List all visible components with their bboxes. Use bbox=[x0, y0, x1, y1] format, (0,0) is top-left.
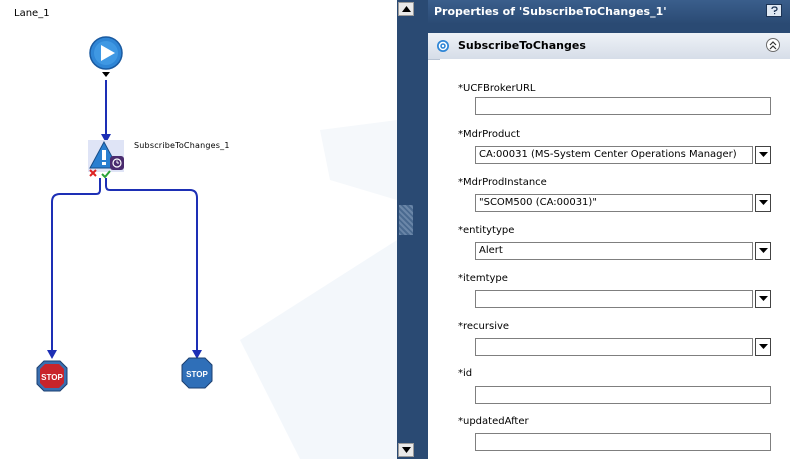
recursive-value[interactable] bbox=[475, 338, 753, 356]
mdr-product-value[interactable]: CA:00031 (MS-System Center Operations Ma… bbox=[475, 146, 753, 164]
updated-after-label: *updatedAfter bbox=[458, 416, 529, 427]
scroll-up-button[interactable] bbox=[398, 2, 414, 16]
scroll-down-button[interactable] bbox=[398, 443, 414, 457]
form-body: *UCFBrokerURL *MdrProduct CA:00031 (MS-S… bbox=[440, 59, 790, 459]
entitytype-value[interactable]: Alert bbox=[475, 242, 753, 260]
dropdown-arrow-icon bbox=[759, 152, 768, 157]
connector-fail-arrowhead bbox=[47, 350, 57, 359]
itemtype-value[interactable] bbox=[475, 290, 753, 308]
properties-header: Properties of 'SubscribeToChanges_1' bbox=[428, 0, 790, 24]
recursive-label: *recursive bbox=[458, 321, 510, 332]
properties-title: Properties of 'SubscribeToChanges_1' bbox=[434, 5, 667, 18]
id-input[interactable] bbox=[475, 386, 771, 404]
collapse-button[interactable] bbox=[766, 38, 780, 52]
mdr-product-select[interactable]: CA:00031 (MS-System Center Operations Ma… bbox=[475, 146, 771, 164]
recursive-dropdown-button[interactable] bbox=[755, 338, 771, 356]
scroll-thumb[interactable] bbox=[399, 205, 413, 235]
help-button[interactable] bbox=[766, 4, 782, 17]
id-label: *id bbox=[458, 368, 473, 379]
gear-icon bbox=[437, 40, 449, 52]
chevron-down-icon bbox=[102, 72, 110, 77]
stop-left-text: STOP bbox=[41, 373, 63, 382]
connector-success-path bbox=[105, 178, 198, 352]
dropdown-arrow-icon bbox=[759, 344, 768, 349]
stop-right-text: STOP bbox=[186, 370, 208, 379]
mdr-prod-instance-select[interactable]: "SCOM500 (CA:00031)" bbox=[475, 194, 771, 212]
ucf-broker-url-label: *UCFBrokerURL bbox=[458, 83, 536, 94]
mdr-prod-instance-label: *MdrProdInstance bbox=[458, 177, 547, 188]
mdr-prod-instance-value[interactable]: "SCOM500 (CA:00031)" bbox=[475, 194, 753, 212]
mdr-prod-instance-dropdown-button[interactable] bbox=[755, 194, 771, 212]
dropdown-arrow-icon bbox=[759, 200, 768, 205]
properties-panel: Properties of 'SubscribeToChanges_1' Sub… bbox=[416, 0, 790, 459]
mdr-product-dropdown-button[interactable] bbox=[755, 146, 771, 164]
ucf-broker-url-input[interactable] bbox=[475, 97, 771, 115]
node-label: SubscribeToChanges_1 bbox=[134, 141, 230, 150]
background-watermark bbox=[240, 240, 397, 459]
section-header[interactable]: SubscribeToChanges bbox=[428, 33, 790, 60]
workflow-canvas[interactable]: Lane_1 STOP STOP SubscribeToChanges_1 bbox=[0, 0, 397, 459]
updated-after-input[interactable] bbox=[475, 433, 771, 451]
arrow-up-icon bbox=[402, 6, 411, 12]
entitytype-label: *entitytype bbox=[458, 225, 515, 236]
flow-diagram: STOP STOP bbox=[36, 36, 397, 459]
stop-node-right[interactable]: STOP bbox=[181, 357, 213, 389]
background-watermark-2 bbox=[320, 120, 397, 200]
section-title: SubscribeToChanges bbox=[458, 39, 586, 52]
itemtype-label: *itemtype bbox=[458, 273, 508, 284]
stop-node-left[interactable]: STOP bbox=[36, 360, 68, 392]
arrow-down-icon bbox=[402, 447, 411, 453]
vertical-scrollbar[interactable] bbox=[397, 0, 416, 459]
itemtype-dropdown-button[interactable] bbox=[755, 290, 771, 308]
dropdown-arrow-icon bbox=[759, 296, 768, 301]
entitytype-select[interactable]: Alert bbox=[475, 242, 771, 260]
recursive-select[interactable] bbox=[475, 338, 771, 356]
itemtype-select[interactable] bbox=[475, 290, 771, 308]
mdr-product-label: *MdrProduct bbox=[458, 129, 521, 140]
connector-fail-path bbox=[51, 178, 101, 352]
properties-section: SubscribeToChanges *UCFBrokerURL *MdrPro… bbox=[428, 33, 790, 459]
dropdown-arrow-icon bbox=[759, 248, 768, 253]
start-node[interactable] bbox=[89, 36, 123, 77]
double-chevron-up-icon bbox=[769, 41, 777, 50]
subscribe-node[interactable] bbox=[88, 140, 124, 179]
entitytype-dropdown-button[interactable] bbox=[755, 242, 771, 260]
help-icon bbox=[771, 6, 778, 15]
